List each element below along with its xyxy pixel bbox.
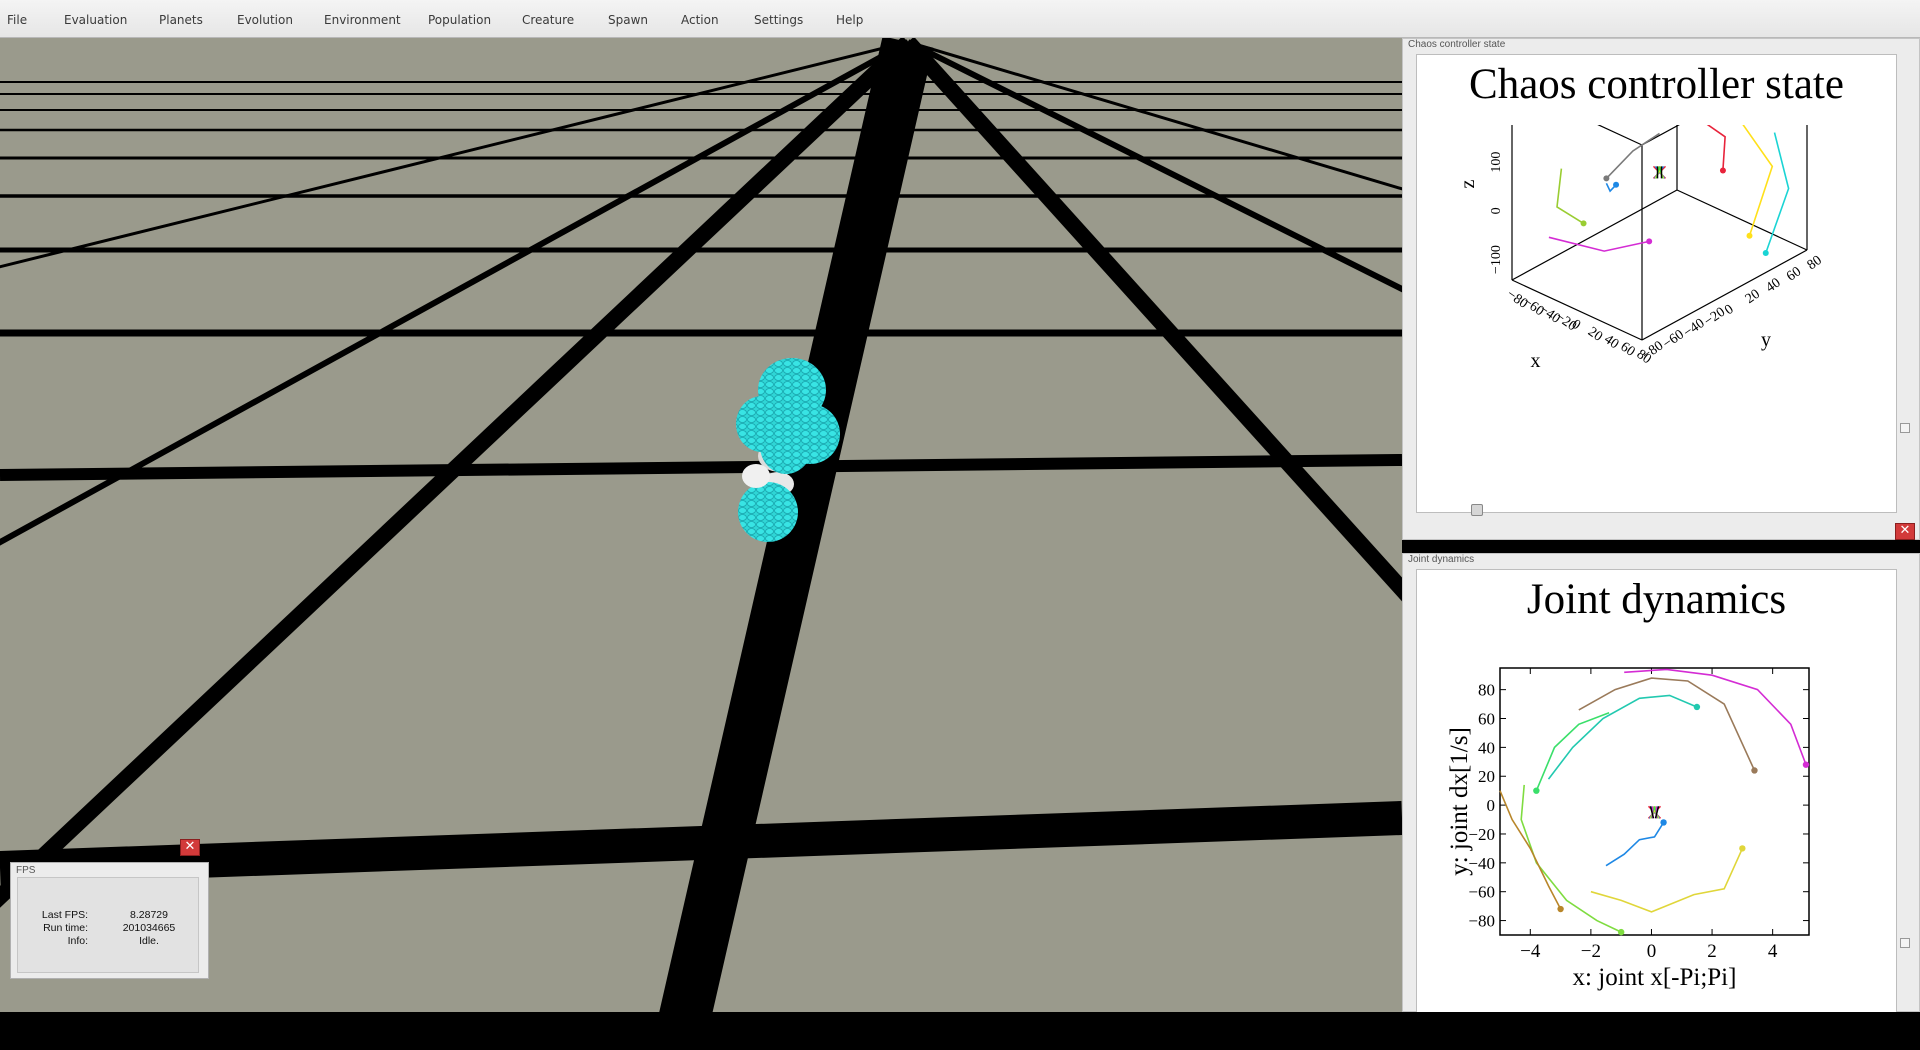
chaos-panel-close-icon[interactable]: ✕ [1895, 523, 1915, 540]
y-tick-label: 60 [1478, 710, 1495, 729]
resize-handle-icon[interactable] [1900, 938, 1910, 948]
trajectory-arrowhead-5 [1719, 167, 1726, 174]
box-edge [1676, 189, 1808, 251]
y-tick-label: −80 [1468, 912, 1495, 931]
series-line-7 [1605, 821, 1665, 867]
chaos-panel-title: Chaos controller state [1408, 39, 1506, 50]
menu-spawn[interactable]: Spawn [608, 0, 648, 38]
y-axis-label: y [1761, 329, 1771, 351]
series-arrowhead-0 [1751, 767, 1758, 774]
series-arrowhead-2 [1693, 703, 1701, 711]
ground-plane [0, 38, 1402, 1012]
series-arrowhead-7 [1660, 819, 1667, 826]
menu-file[interactable]: File [7, 0, 27, 38]
series-arrowhead-1 [1802, 761, 1810, 768]
x-tick-label: −4 [1520, 941, 1541, 962]
x-tick-label: 0 [1647, 941, 1657, 962]
fps-panel: FPS Last FPS: 8.28729 Run time: 20103466… [10, 862, 209, 979]
fps-label-info: Info: [67, 935, 88, 947]
z-axis-label: z [1457, 180, 1479, 189]
menu-planets[interactable]: Planets [159, 0, 203, 38]
z-tick-label: 0 [1489, 207, 1504, 214]
x-axis-label: x [1531, 350, 1541, 372]
series-arrowhead-6 [1739, 845, 1746, 852]
y-tick-label: 20 [1743, 287, 1763, 307]
fps-value-runtime: 201034665 [122, 922, 176, 934]
series-line-3 [1535, 711, 1610, 792]
y-axis-label: y: joint dx[1/s] [1446, 727, 1473, 876]
menu-environment[interactable]: Environment [324, 0, 401, 38]
chaos-panel: Chaos controller state Chaos controller … [1402, 38, 1920, 540]
menu-settings[interactable]: Settings [754, 0, 803, 38]
fps-panel-title: FPS [16, 865, 36, 876]
trajectory-arrowhead-4 [1746, 232, 1753, 239]
joint-plot-canvas: Joint dynamics −4 −2 0 2 4 80 60 40 20 0 −20 −40 −60… [1416, 569, 1897, 1013]
box-edge [1641, 249, 1808, 341]
series-line-6 [1590, 848, 1744, 913]
series-line-0 [1578, 677, 1756, 771]
fps-close-icon[interactable]: ✕ [180, 839, 200, 856]
z-tick-label: 100 [1489, 152, 1504, 173]
trajectory-8 [1556, 168, 1585, 225]
trajectory-5 [1706, 125, 1726, 171]
box-edge [1511, 189, 1678, 281]
chaos-plot-title: Chaos controller state [1469, 61, 1844, 108]
trajectory-arrowhead-8 [1580, 220, 1587, 227]
y-tick-label: 20 [1478, 767, 1495, 786]
menu-bar: File Evaluation Planets Evolution Enviro… [0, 0, 1920, 38]
x-tick-label: 4 [1768, 941, 1778, 962]
series-line-2 [1547, 694, 1698, 780]
joint-plot-title: Joint dynamics [1526, 576, 1787, 623]
trajectory-3 [1548, 236, 1650, 252]
fps-info-box: Last FPS: 8.28729 Run time: 201034665 In… [17, 877, 199, 973]
resize-handle-icon[interactable] [1900, 423, 1910, 433]
joint-panel-title: Joint dynamics [1408, 554, 1475, 565]
bottom-black-bar [0, 1012, 1920, 1050]
plot-frame [1499, 667, 1810, 936]
y-tick-label: 60 [1784, 264, 1804, 284]
z-tick-label: −100 [1489, 245, 1504, 274]
y-tick-label: −60 [1468, 883, 1495, 902]
menu-help[interactable]: Help [836, 0, 863, 38]
box-edge [1597, 125, 1643, 146]
trajectory-4 [1742, 125, 1774, 237]
trajectory-arrowhead-6 [1762, 250, 1769, 256]
joint-line-plot: −4 −2 0 2 4806040200−20−40−60−80x: joint x[-… [1446, 667, 1810, 991]
x-tick-label: −2 [1581, 941, 1601, 962]
chaos-plot-canvas: Chaos controller state 80 60 40 20 0 −20 −40 −6… [1416, 54, 1897, 516]
menu-creature[interactable]: Creature [522, 0, 574, 38]
x-tick-label: 2 [1707, 941, 1717, 962]
y-tick-label: 0 [1487, 796, 1496, 815]
menu-action[interactable]: Action [681, 0, 719, 38]
y-tick-label: 80 [1805, 253, 1825, 273]
creature-model[interactable] [720, 346, 860, 546]
trajectory-arrowhead-2 [1613, 181, 1620, 188]
chaos-3d-plot: 806040200−20−40−60−80−80−60−40−200204060… [1457, 125, 1825, 372]
trajectory-arrowhead-7 [1603, 175, 1610, 182]
fps-label-runtime: Run time: [43, 922, 88, 934]
trajectory-arrowhead-3 [1646, 238, 1653, 245]
trajectory-6 [1765, 132, 1790, 254]
y-tick-label: 80 [1478, 681, 1495, 700]
y-tick-label: 40 [1478, 738, 1495, 757]
fps-value-info: Idle. [139, 935, 159, 947]
y-tick-label: 40 [1763, 275, 1783, 295]
series-arrowhead-3 [1533, 787, 1540, 794]
fps-label-last: Last FPS: [41, 909, 88, 921]
menu-population[interactable]: Population [428, 0, 491, 38]
menu-evolution[interactable]: Evolution [237, 0, 293, 38]
series-line-4 [1520, 784, 1622, 933]
series-arrowhead-4 [1617, 928, 1625, 936]
series-arrowhead-5 [1557, 905, 1564, 913]
x-axis-label: x: joint x[-Pi;Pi] [1573, 964, 1737, 991]
fps-value-last: 8.28729 [130, 909, 168, 921]
joint-panel: Joint dynamics Joint dynamics −4 −2 0 2 4 80 6… [1402, 553, 1920, 1013]
menu-evaluation[interactable]: Evaluation [64, 0, 127, 38]
series-line-5 [1499, 790, 1562, 910]
3d-viewport[interactable] [0, 38, 1402, 1012]
slider-thumb-icon[interactable] [1471, 504, 1483, 516]
series-line-1 [1624, 668, 1807, 765]
